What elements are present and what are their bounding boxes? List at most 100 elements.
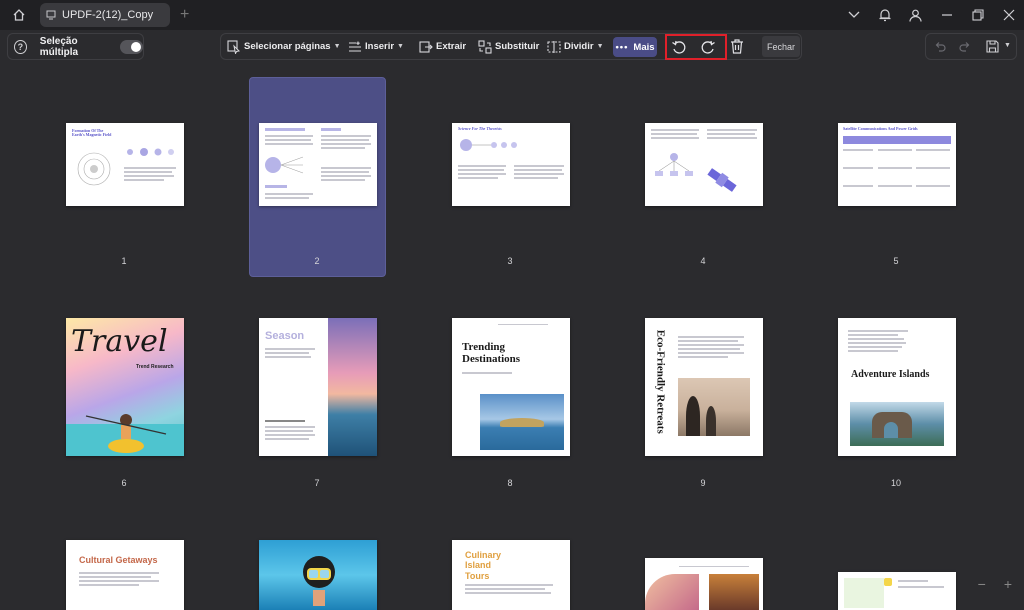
chevron-down-icon[interactable]: ▼: [1004, 42, 1011, 49]
page-number: 8: [507, 478, 513, 488]
text-line: [265, 139, 311, 141]
zoom-in-icon[interactable]: +: [1004, 576, 1012, 592]
page-number: 9: [700, 478, 706, 488]
page-thumbnail-10[interactable]: Adventure Islands: [838, 318, 956, 456]
text-line: [498, 324, 548, 325]
page-title: Cultural Getaways: [79, 555, 158, 565]
arch-image: [850, 402, 944, 446]
save-icon[interactable]: [986, 40, 999, 53]
text-line: [843, 149, 873, 151]
multi-select-label: Seleção múltipla: [39, 35, 79, 58]
multi-select-toggle[interactable]: [119, 39, 143, 54]
text-line: [79, 584, 139, 586]
text-line: [321, 139, 369, 141]
text-line: [678, 348, 740, 350]
help-icon[interactable]: ?: [14, 39, 27, 54]
page-number: 7: [314, 478, 320, 488]
more-label: Mais: [633, 41, 655, 53]
text-line: [265, 420, 305, 422]
page-thumbnail-8[interactable]: Trending Destinations: [452, 318, 570, 456]
insert-icon: [349, 41, 361, 52]
text-line: [79, 580, 159, 582]
page-thumbnail-5[interactable]: Satellite Communications And Power Grids: [838, 123, 956, 206]
text-line: [678, 336, 744, 338]
page-title: Adventure Islands: [851, 369, 930, 380]
extract-label: Extrair: [436, 41, 467, 52]
text-line: [265, 193, 313, 195]
text-line: [321, 175, 371, 177]
page-thumbnail-6[interactable]: Travel Trend Research: [66, 318, 184, 456]
trash-icon: [731, 39, 743, 54]
zoom-controls: − +: [978, 576, 1012, 592]
more-dots-icon: •••: [615, 41, 629, 53]
page-thumbnail-2[interactable]: [259, 123, 377, 206]
page-diagram: [460, 139, 517, 151]
new-tab-button[interactable]: +: [180, 6, 196, 24]
text-line: [458, 165, 506, 167]
split-label: Dividir: [564, 41, 594, 52]
page-thumbnail-15[interactable]: [838, 572, 956, 610]
text-line: [707, 133, 755, 135]
page-thumbnail-3[interactable]: Science For The Theorists: [452, 123, 570, 206]
text-line: [124, 167, 176, 169]
text-line: [898, 580, 928, 582]
page-tools-group: Selecionar páginas ▼ Inserir ▼ Extrair Sub…: [220, 33, 802, 60]
text-line: [265, 128, 305, 131]
document-tab[interactable]: UPDF-2(12)_Copy: [40, 3, 170, 27]
page-number: 6: [121, 478, 127, 488]
undo-icon[interactable]: [934, 41, 946, 52]
text-line: [321, 167, 371, 169]
page-title: Science For The Theorists: [458, 126, 502, 131]
bell-icon[interactable]: [869, 0, 900, 30]
chevron-down-icon: ▼: [333, 43, 341, 50]
extract-button[interactable]: Extrair: [419, 34, 466, 59]
text-line: [707, 137, 757, 139]
zoom-out-icon[interactable]: −: [978, 576, 986, 592]
split-icon: [547, 40, 561, 53]
delete-button[interactable]: [730, 34, 747, 59]
user-icon[interactable]: [900, 0, 931, 30]
page-thumbnail-14[interactable]: [645, 558, 763, 610]
text-line: [321, 179, 365, 181]
select-pages-button[interactable]: Selecionar páginas ▼: [227, 34, 341, 59]
page-diagram: [127, 148, 174, 156]
text-line: [678, 344, 744, 346]
insert-label: Inserir: [365, 41, 395, 52]
page-diagram: [265, 156, 304, 174]
more-button[interactable]: ••• Mais: [613, 37, 657, 57]
page-thumbnail-1[interactable]: Formation Of The Earth's Magnetic Field: [66, 123, 184, 206]
text-line: [678, 352, 744, 354]
extract-icon: [419, 40, 433, 53]
redo-icon[interactable]: [959, 41, 971, 52]
diver-image: [303, 556, 335, 606]
rotate-left-button[interactable]: [671, 34, 690, 59]
page-title: Culinary Island Tours: [465, 550, 502, 581]
replace-label: Substituir: [495, 41, 540, 52]
restore-icon[interactable]: [962, 0, 993, 30]
home-button[interactable]: [0, 0, 38, 30]
replace-button[interactable]: Substituir: [478, 34, 539, 59]
close-button[interactable]: Fechar: [762, 36, 800, 57]
close-window-icon[interactable]: [993, 0, 1024, 30]
text-line: [79, 576, 151, 578]
page-title: Satellite Communications And Power Grids: [843, 126, 918, 131]
chevron-down-icon[interactable]: [838, 0, 869, 30]
text-line: [458, 177, 498, 179]
select-pages-icon: [227, 39, 241, 54]
sunset-image: [328, 318, 377, 456]
insert-button[interactable]: Inserir ▼: [348, 34, 404, 59]
split-button[interactable]: Dividir ▼: [547, 34, 604, 59]
text-line: [898, 586, 944, 588]
rotate-right-button[interactable]: [700, 34, 719, 59]
text-line: [265, 356, 311, 358]
text-line: [916, 185, 950, 187]
page-thumbnail-9[interactable]: Eco-Friendly Retreats: [645, 318, 763, 456]
text-line: [265, 135, 313, 137]
minimize-icon[interactable]: [931, 0, 962, 30]
page-grid: Formation Of The Earth's Magnetic Field …: [0, 64, 1024, 610]
page-thumbnail-7[interactable]: Season: [259, 318, 377, 456]
page-thumbnail-4[interactable]: [645, 123, 763, 206]
text-line: [878, 185, 912, 187]
text-line: [878, 149, 912, 151]
text-line: [465, 584, 553, 586]
